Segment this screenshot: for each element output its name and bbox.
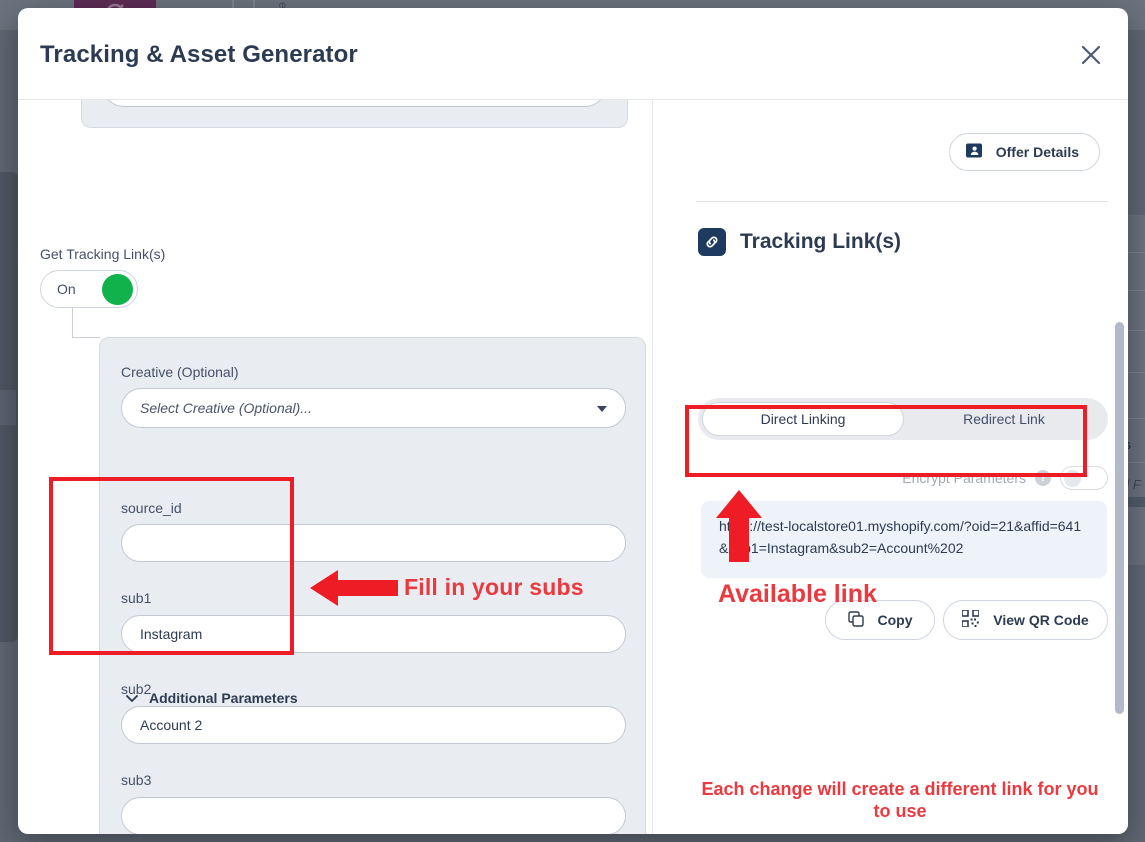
source-id-label: source_id — [121, 500, 182, 516]
chevron-down-icon — [597, 406, 607, 412]
background-left-strip-accent — [0, 390, 16, 425]
clipped-upper-card — [81, 100, 628, 128]
creative-select[interactable]: Select Creative (Optional)... — [121, 388, 626, 428]
copy-icon — [848, 611, 864, 630]
creative-placeholder: Select Creative (Optional)... — [140, 400, 312, 416]
tracking-url-text[interactable]: https://test-localstore01.myshopify.com/… — [701, 501, 1107, 578]
sub1-label: sub1 — [121, 590, 151, 606]
get-tracking-links-toggle[interactable]: On — [40, 270, 138, 308]
right-results-pane: Offer Details Tracking Link(s) Direct Li… — [653, 100, 1128, 834]
toggle-state-label: On — [57, 281, 76, 297]
encrypt-parameters-toggle[interactable] — [1060, 466, 1108, 490]
sub1-input[interactable]: Instagram — [121, 615, 626, 653]
tracking-links-title: Tracking Link(s) — [740, 230, 901, 254]
offer-details-button[interactable]: Offer Details — [949, 133, 1100, 171]
view-qr-code-button[interactable]: View QR Code — [943, 600, 1108, 640]
section-divider — [696, 201, 1108, 202]
sub2-input[interactable]: Account 2 — [121, 706, 626, 744]
additional-parameters-label: Additional Parameters — [149, 690, 298, 706]
source-id-input[interactable] — [121, 524, 626, 562]
contact-card-icon — [966, 143, 982, 161]
link-type-tabs: Direct Linking Redirect Link — [698, 398, 1108, 440]
toggle-knob — [1064, 470, 1081, 487]
question-mark-icon[interactable]: ? — [1035, 470, 1051, 486]
sub3-label: sub3 — [121, 772, 151, 788]
qr-label: View QR Code — [993, 612, 1088, 628]
encrypt-parameters-row: Encrypt Parameters ? — [902, 466, 1108, 490]
tab-redirect-link[interactable]: Redirect Link — [904, 402, 1104, 436]
tracking-links-header: Tracking Link(s) — [698, 228, 901, 256]
page-title: Tracking & Asset Generator — [40, 41, 358, 69]
tracking-asset-generator-modal: Tracking & Asset Generator Get Tracking … — [18, 8, 1128, 834]
connector-line-horizontal — [72, 337, 100, 338]
close-icon[interactable] — [1074, 38, 1108, 72]
creative-label: Creative (Optional) — [121, 364, 239, 380]
modal-header: Tracking & Asset Generator — [18, 8, 1128, 100]
sub3-input[interactable] — [121, 797, 626, 834]
copy-label: Copy — [878, 612, 913, 628]
clipped-upper-input[interactable] — [102, 100, 607, 107]
offer-details-label: Offer Details — [996, 144, 1079, 160]
qr-code-icon — [962, 610, 979, 630]
toggle-knob — [102, 274, 133, 305]
parameters-card: Creative (Optional) Select Creative (Opt… — [99, 337, 646, 834]
modal-scrollbar[interactable] — [1115, 322, 1124, 714]
left-form-pane: Get Tracking Link(s) On Creative (Option… — [18, 100, 652, 834]
tab-direct-linking[interactable]: Direct Linking — [702, 402, 904, 436]
connector-line-vertical — [72, 308, 73, 338]
encrypt-parameters-label: Encrypt Parameters — [902, 470, 1026, 486]
sub2-label: sub2 — [121, 681, 151, 697]
link-icon — [698, 228, 726, 256]
get-tracking-links-label: Get Tracking Link(s) — [40, 246, 165, 262]
modal-body: Get Tracking Link(s) On Creative (Option… — [18, 100, 1128, 834]
copy-button[interactable]: Copy — [825, 600, 935, 640]
